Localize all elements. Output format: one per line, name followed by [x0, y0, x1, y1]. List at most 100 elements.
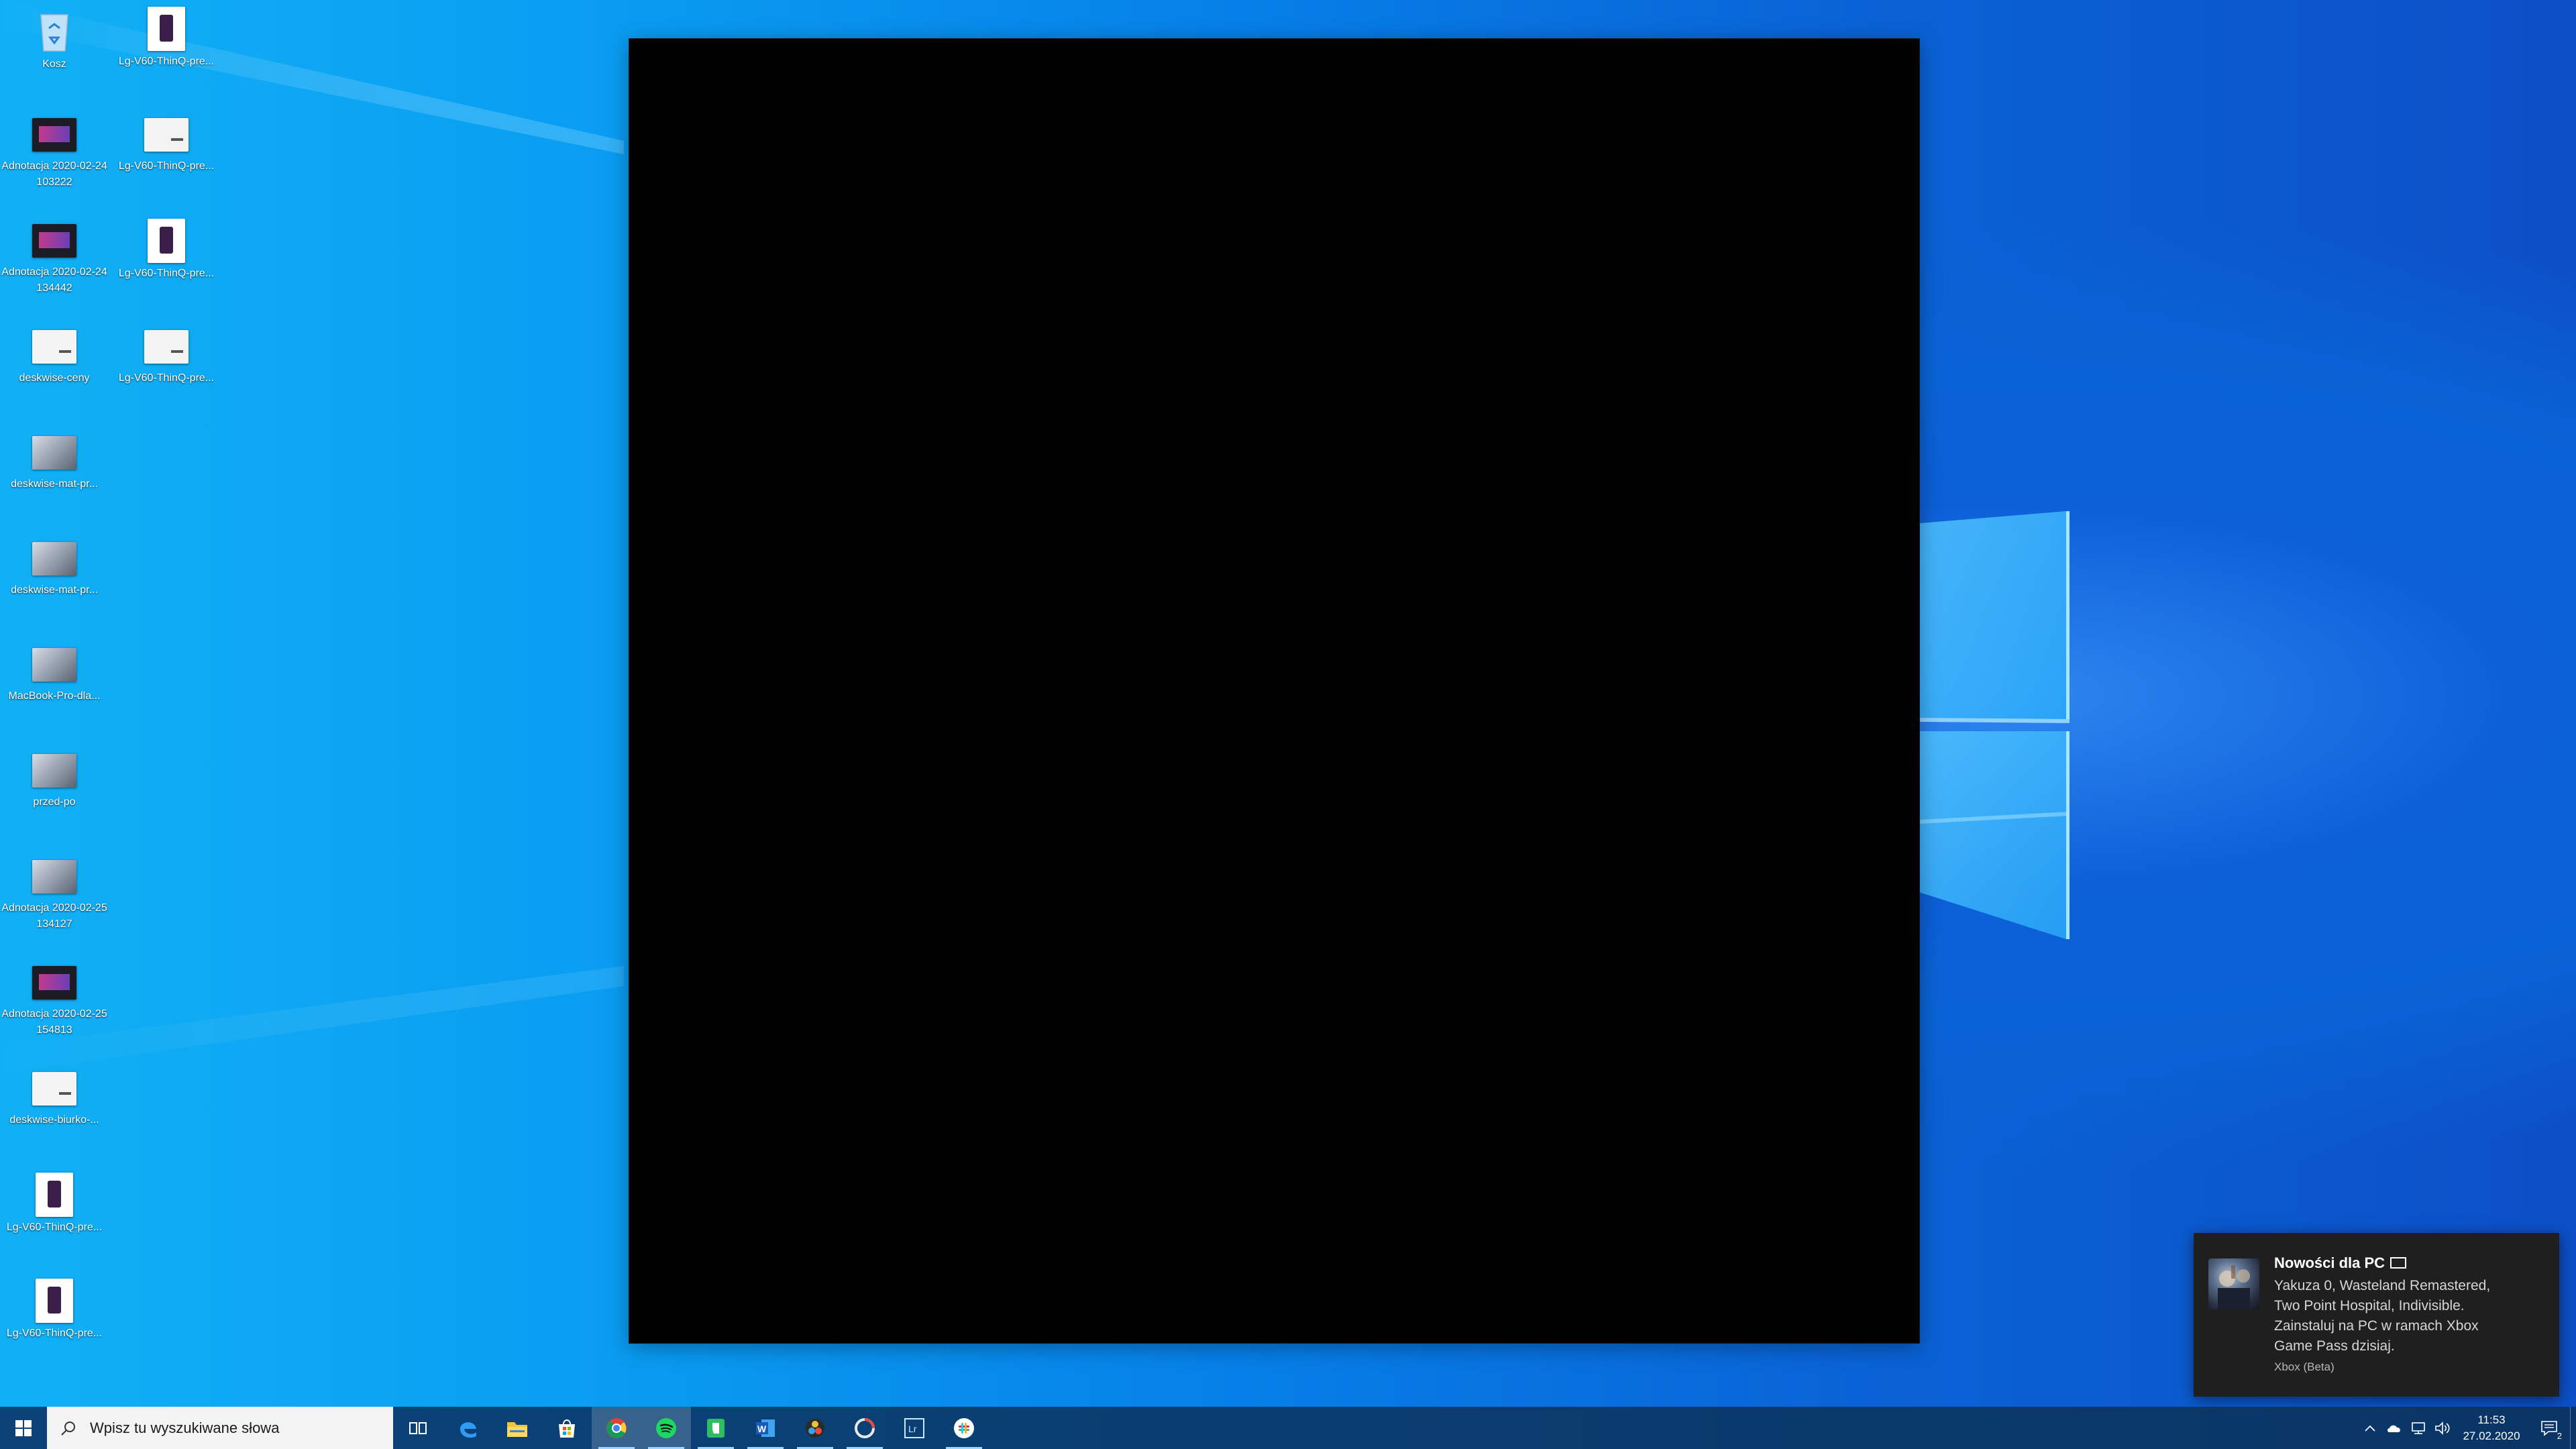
desktop-icon[interactable]: Lg-V60-ThinQ-pre... — [109, 111, 223, 212]
notification-body: Yakuza 0, Wasteland Remastered, Two Poin… — [2274, 1278, 2491, 1354]
speaker-icon — [2435, 1421, 2450, 1435]
task-view-icon — [409, 1421, 427, 1434]
svg-text:Lr: Lr — [908, 1424, 917, 1434]
image-file-icon — [32, 1072, 76, 1106]
desktop-icon-label: Lg-V60-ThinQ-pre... — [6, 1222, 103, 1233]
image-file-icon — [148, 7, 185, 51]
desktop-icon-label: deskwise-mat-pr... — [11, 478, 98, 490]
evernote-button[interactable] — [691, 1407, 741, 1449]
image-file-icon — [36, 1173, 73, 1217]
desktop-icon[interactable]: Lg-V60-ThinQ-pre... — [109, 5, 223, 106]
spotify-button[interactable] — [641, 1407, 691, 1449]
onedrive-icon — [2387, 1425, 2400, 1432]
task-view-button[interactable] — [393, 1407, 443, 1449]
windows-start-icon — [15, 1419, 32, 1436]
desktop-icon[interactable]: Lg-V60-ThinQ-pre... — [0, 1171, 111, 1272]
desktop-icon[interactable]: Adnotacja 2020-02-24 103222 — [0, 111, 111, 212]
pc-icon — [2390, 1256, 2407, 1269]
desktop-icon[interactable]: Kosz — [0, 5, 111, 106]
desktop-icon-label: Adnotacja 2020-02-24 103222 — [1, 160, 107, 188]
edge-button[interactable] — [443, 1407, 492, 1449]
notification-source: Xbox (Beta) — [2274, 1360, 2334, 1373]
taskbar-search-box[interactable]: Wpisz tu wyszukiwane słowa — [47, 1407, 393, 1449]
desktop-icon[interactable]: Lg-V60-ThinQ-pre... — [109, 323, 223, 424]
taskbar: Wpisz tu wyszukiwane słowa W Lr 11:53 27… — [0, 1407, 2576, 1449]
lightroom-icon: Lr — [904, 1417, 924, 1438]
word-icon: W — [756, 1419, 775, 1437]
network-icon — [2412, 1421, 2425, 1434]
notification-toast[interactable]: Nowości dla PC Yakuza 0, Wasteland Remas… — [2194, 1233, 2559, 1397]
desktop-icon[interactable]: Adnotacja 2020-02-24 134442 — [0, 217, 111, 318]
desktop-icon-label: deskwise-ceny — [19, 372, 90, 384]
show-hidden-icons-button[interactable] — [2358, 1407, 2382, 1449]
chrome-button[interactable] — [592, 1407, 641, 1449]
onedrive-button[interactable] — [2382, 1407, 2406, 1449]
notification-title: Nowości dla PC — [2274, 1254, 2407, 1272]
image-file-icon — [32, 648, 76, 682]
image-file-icon — [32, 436, 76, 470]
system-tray: 11:53 27.02.2020 2 — [2358, 1407, 2576, 1449]
spotify-icon — [656, 1417, 676, 1438]
desktop-icon[interactable]: Adnotacja 2020-02-25 154813 — [0, 959, 111, 1060]
davinci-resolve-icon — [806, 1418, 824, 1438]
action-center-button[interactable]: 2 — [2528, 1407, 2570, 1449]
desktop-icon[interactable]: deskwise-mat-pr... — [0, 429, 111, 530]
desktop-icon[interactable]: Lg-V60-ThinQ-pre... — [109, 217, 223, 318]
slack-icon — [954, 1417, 974, 1438]
notification-icon — [2541, 1420, 2557, 1436]
desktop-icon-label: deskwise-mat-pr... — [11, 584, 98, 596]
start-button[interactable] — [0, 1407, 47, 1449]
evernote-icon — [707, 1418, 724, 1438]
file-explorer-button[interactable] — [492, 1407, 542, 1449]
network-button[interactable] — [2406, 1407, 2430, 1449]
desktop-icon-label: Lg-V60-ThinQ-pre... — [118, 372, 215, 384]
desktop-icon-label: MacBook-Pro-dla... — [8, 690, 101, 702]
volume-button[interactable] — [2430, 1407, 2455, 1449]
image-file-icon — [148, 219, 185, 263]
recycle-bin-icon — [40, 14, 68, 52]
word-button[interactable]: W — [741, 1407, 790, 1449]
chevron-up-icon — [2365, 1425, 2375, 1432]
desktop-icon[interactable]: deskwise-biurko-... — [0, 1065, 111, 1166]
desktop-icon-label: Kosz — [42, 58, 66, 70]
image-file-icon — [32, 118, 76, 152]
image-file-icon — [32, 754, 76, 788]
desktop-icon[interactable]: Lg-V60-ThinQ-pre... — [0, 1277, 111, 1378]
show-desktop-button[interactable] — [2570, 1407, 2576, 1449]
image-file-icon — [32, 966, 76, 1000]
search-placeholder: Wpisz tu wyszukiwane słowa — [90, 1419, 280, 1436]
edge-icon — [460, 1421, 476, 1438]
slack-button[interactable] — [939, 1407, 989, 1449]
image-file-icon — [32, 224, 76, 258]
desktop-icon-label: Lg-V60-ThinQ-pre... — [6, 1328, 103, 1339]
app-window[interactable] — [629, 39, 1919, 1343]
desktop-icon-label: Adnotacja 2020-02-25 154813 — [1, 1008, 107, 1036]
clock-date: 27.02.2020 — [2463, 1429, 2520, 1442]
desktop-icon[interactable]: przed-po — [0, 747, 111, 848]
desktop-icon[interactable]: deskwise-mat-pr... — [0, 535, 111, 636]
desktop-icon[interactable]: Adnotacja 2020-02-25 134127 — [0, 853, 111, 954]
desktop-icon-label: Lg-V60-ThinQ-pre... — [118, 56, 215, 67]
notification-count-badge: 2 — [2557, 1431, 2562, 1441]
game-art-icon — [2208, 1258, 2259, 1309]
desktop-icon-label: Lg-V60-ThinQ-pre... — [118, 268, 215, 279]
store-button[interactable] — [542, 1407, 592, 1449]
clock-time: 11:53 — [2477, 1413, 2506, 1426]
image-file-icon — [32, 330, 76, 364]
desktop-icon[interactable]: MacBook-Pro-dla... — [0, 641, 111, 742]
image-file-icon — [32, 542, 76, 576]
desktop-icon-label: Adnotacja 2020-02-24 134442 — [1, 266, 107, 294]
desktop-icon-label: Adnotacja 2020-02-25 134127 — [1, 902, 107, 930]
image-file-icon — [36, 1279, 73, 1323]
desktop-icon[interactable]: deskwise-ceny — [0, 323, 111, 424]
lightroom-classic-button[interactable] — [840, 1407, 890, 1449]
desktop-icon-label: przed-po — [33, 796, 76, 808]
davinci-resolve-button[interactable] — [790, 1407, 840, 1449]
desktop-icon-label: deskwise-biurko-... — [9, 1114, 99, 1126]
lightroom-classic-icon — [855, 1417, 875, 1438]
image-file-icon — [144, 330, 189, 364]
svg-text:W: W — [757, 1424, 767, 1434]
search-icon — [61, 1421, 75, 1436]
taskbar-clock[interactable]: 11:53 27.02.2020 — [2455, 1412, 2528, 1444]
lightroom-button[interactable]: Lr — [890, 1407, 939, 1449]
